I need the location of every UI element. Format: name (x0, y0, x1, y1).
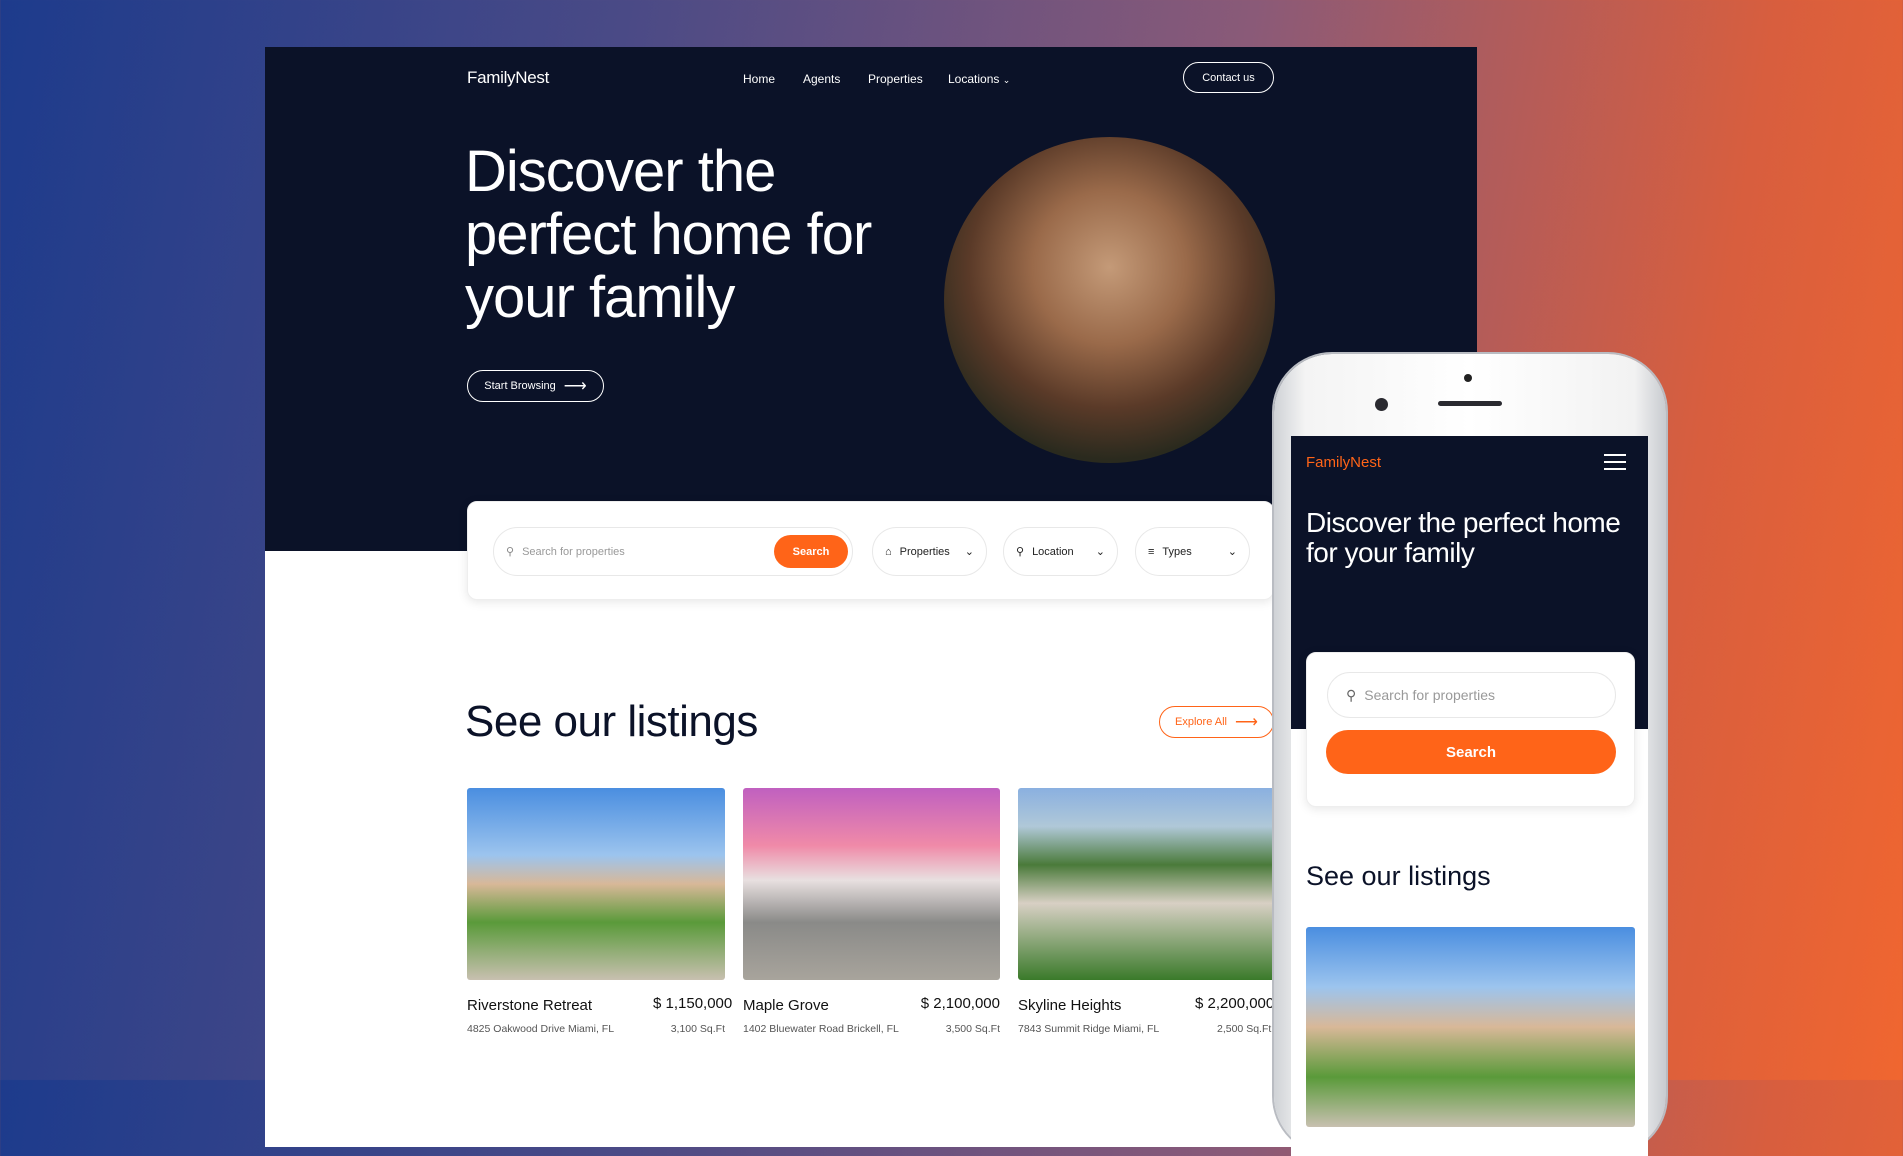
hero-title-line: your family (465, 265, 735, 330)
hero-title-line: Discover the (465, 139, 776, 204)
arrow-right-icon: ⟶ (563, 378, 587, 395)
nav-properties[interactable]: Properties (868, 72, 923, 86)
phone-mockup: FamilyNest Discover the perfect home for… (1274, 354, 1666, 1156)
start-browsing-label: Start Browsing (484, 380, 556, 392)
phone-camera (1375, 398, 1388, 411)
location-pin-icon: ⚲ (1016, 546, 1025, 558)
home-icon: ⌂ (885, 545, 892, 558)
hero-title: Discover the perfect home for your famil… (465, 139, 872, 330)
listing-price: $ 2,100,000 (920, 995, 1000, 1012)
listing-price: $ 1,150,000 (653, 995, 733, 1012)
nav-locations-label: Locations (948, 72, 1000, 86)
listing-size: 3,100 Sq.Ft (670, 1023, 725, 1035)
phone-sensor (1464, 374, 1472, 382)
search-icon: ⚲ (1346, 686, 1357, 703)
mobile-hero-title: Discover the perfect home for your famil… (1306, 507, 1621, 568)
contact-button[interactable]: Contact us (1183, 62, 1274, 93)
listing-name[interactable]: Riverstone Retreat (467, 997, 592, 1014)
hero-title-line: perfect home for (465, 202, 872, 267)
search-button[interactable]: Search (774, 535, 848, 568)
listing-image[interactable] (1018, 788, 1278, 980)
properties-dropdown[interactable]: ⌂ Properties ⌄ (872, 527, 987, 576)
mobile-listings-title: See our listings (1306, 861, 1491, 891)
listings-title: See our listings (465, 697, 758, 746)
mobile-search-panel: ⚲ Search for properties Search (1306, 652, 1635, 807)
mobile-search-button[interactable]: Search (1326, 730, 1616, 774)
listing-name[interactable]: Skyline Heights (1018, 997, 1121, 1014)
explore-all-label: Explore All (1175, 716, 1228, 728)
location-dropdown[interactable]: ⚲ Location ⌄ (1003, 527, 1118, 576)
listing-image[interactable] (467, 788, 725, 980)
search-icon: ⚲ (506, 546, 515, 558)
listing-name[interactable]: Maple Grove (743, 997, 829, 1014)
properties-label: Properties (899, 545, 950, 558)
chevron-down-icon: ⌄ (1227, 546, 1237, 558)
hero-house-image (944, 137, 1275, 463)
mobile-hero-title-line: Discover the perfect home (1306, 507, 1621, 538)
nav-home[interactable]: Home (743, 72, 775, 86)
listing-size: 2,500 Sq.Ft (1217, 1023, 1272, 1035)
explore-all-button[interactable]: Explore All ⟶ (1159, 706, 1274, 738)
mobile-logo[interactable]: FamilyNest (1306, 454, 1381, 471)
mobile-search-placeholder: Search for properties (1364, 687, 1495, 703)
search-placeholder: Search for properties (522, 545, 625, 558)
filter-icon: ≡ (1148, 545, 1155, 558)
chevron-down-icon: ⌄ (1002, 75, 1011, 85)
chevron-down-icon: ⌄ (1095, 546, 1105, 558)
types-dropdown[interactable]: ≡ Types ⌄ (1135, 527, 1250, 576)
listing-address: 1402 Bluewater Road Brickell, FL (743, 1023, 899, 1035)
listing-address: 7843 Summit Ridge Miami, FL (1018, 1023, 1160, 1035)
listing-address: 4825 Oakwood Drive Miami, FL (467, 1023, 615, 1035)
mobile-search-input[interactable]: ⚲ Search for properties (1327, 672, 1616, 718)
types-label: Types (1162, 545, 1192, 558)
search-input[interactable]: ⚲ Search for properties Search (493, 527, 853, 576)
logo[interactable]: FamilyNest (467, 68, 549, 88)
listing-image[interactable] (743, 788, 1000, 980)
nav-locations[interactable]: Locations ⌄ (948, 72, 1010, 86)
phone-screen: FamilyNest Discover the perfect home for… (1291, 436, 1648, 1156)
nav-agents[interactable]: Agents (803, 72, 840, 86)
mobile-listing-image[interactable] (1306, 927, 1635, 1127)
chevron-down-icon: ⌄ (964, 546, 974, 558)
arrow-right-icon: ⟶ (1235, 714, 1258, 731)
location-label: Location (1032, 545, 1074, 558)
phone-speaker (1438, 401, 1502, 406)
start-browsing-button[interactable]: Start Browsing ⟶ (467, 370, 604, 402)
listing-price: $ 2,200,000 (1195, 995, 1275, 1012)
hamburger-menu-icon[interactable] (1604, 454, 1626, 470)
listing-size: 3,500 Sq.Ft (945, 1023, 1000, 1035)
mobile-hero-title-line: for your family (1306, 537, 1475, 568)
search-panel: ⚲ Search for properties Search ⌂ Properti… (467, 501, 1274, 600)
